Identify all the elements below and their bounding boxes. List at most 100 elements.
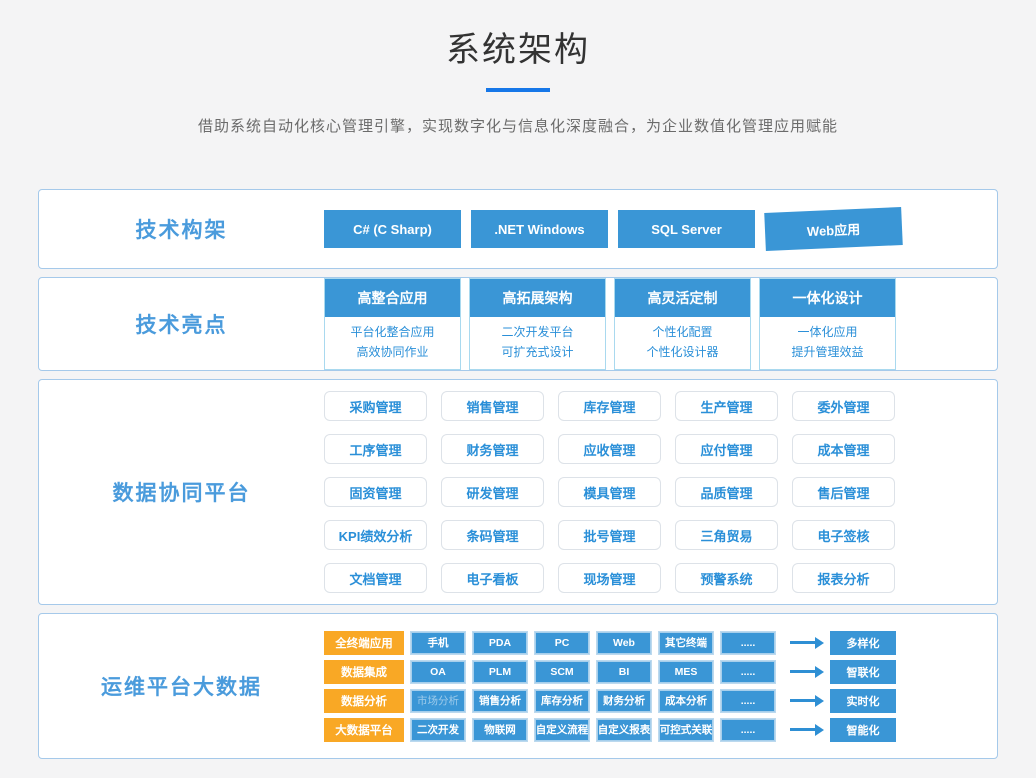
highlight-card-flexibility: 高灵活定制 个性化配置 个性化设计器: [614, 278, 751, 370]
highlight-card-title: 一体化设计: [760, 279, 895, 317]
ops-result-badge: 实时化: [830, 689, 896, 713]
highlight-card-title: 高拓展架构: [470, 279, 605, 317]
module-button-mold[interactable]: 模具管理: [558, 477, 661, 507]
ops-cell-mes[interactable]: MES: [658, 660, 714, 684]
module-button-kpi[interactable]: KPI绩效分析: [324, 520, 427, 550]
module-button-receivables[interactable]: 应收管理: [558, 434, 661, 464]
ops-cell-sales-analysis[interactable]: 销售分析: [472, 689, 528, 713]
highlight-card-extensibility: 高拓展架构 二次开发平台 可扩充式设计: [469, 278, 606, 370]
highlight-card-line: 一体化应用: [760, 322, 895, 342]
tech-button-csharp[interactable]: C# (C Sharp): [324, 210, 461, 248]
page-subtitle: 借助系统自动化核心管理引擎，实现数字化与信息化深度融合，为企业数值化管理应用赋能: [0, 115, 1036, 136]
module-button-cost[interactable]: 成本管理: [792, 434, 895, 464]
highlight-card-unified-design: 一体化设计 一体化应用 提升管理效益: [759, 278, 896, 370]
module-button-reports[interactable]: 报表分析: [792, 563, 895, 593]
ops-cell-scm[interactable]: SCM: [534, 660, 590, 684]
ops-cell-other-terminals[interactable]: 其它终端: [658, 631, 714, 655]
ops-cell-inventory-analysis[interactable]: 库存分析: [534, 689, 590, 713]
tech-framework-buttons: C# (C Sharp) .NET Windows SQL Server Web…: [324, 210, 997, 248]
ops-cell-more: .....: [720, 660, 776, 684]
highlight-card-line: 平台化整合应用: [325, 322, 460, 342]
module-button-barcode[interactable]: 条码管理: [441, 520, 544, 550]
module-button-outsourcing[interactable]: 委外管理: [792, 391, 895, 421]
ops-result-badge: 智联化: [830, 660, 896, 684]
module-button-batch[interactable]: 批号管理: [558, 520, 661, 550]
ops-cell-more: .....: [720, 718, 776, 742]
ops-cell-secondary-dev[interactable]: 二次开发: [410, 718, 466, 742]
system-architecture-page: 系统架构 借助系统自动化核心管理引擎，实现数字化与信息化深度融合，为企业数值化管…: [0, 0, 1036, 778]
ops-cell-custom-reports[interactable]: 自定义报表: [596, 718, 652, 742]
highlight-card-line: 提升管理效益: [760, 342, 895, 362]
ops-cell-custom-workflow[interactable]: 自定义流程: [534, 718, 590, 742]
arrow-right-icon: [790, 728, 816, 731]
module-button-e-kanban[interactable]: 电子看板: [441, 563, 544, 593]
ops-cell-oa[interactable]: OA: [410, 660, 466, 684]
tech-button-web-app[interactable]: Web应用: [764, 207, 903, 251]
highlight-cards: 高整合应用 平台化整合应用 高效协同作业 高拓展架构 二次开发平台 可扩充式设计…: [324, 278, 997, 370]
highlight-card-title: 高整合应用: [325, 279, 460, 317]
title-underline: [486, 88, 550, 92]
ops-cell-plm[interactable]: PLM: [472, 660, 528, 684]
module-button-fixed-assets[interactable]: 固资管理: [324, 477, 427, 507]
highlight-card-line: 个性化配置: [615, 322, 750, 342]
highlight-card-integration: 高整合应用 平台化整合应用 高效协同作业: [324, 278, 461, 370]
arrow-right-icon: [790, 699, 816, 702]
ops-cell-more: .....: [720, 689, 776, 713]
module-button-finance[interactable]: 财务管理: [441, 434, 544, 464]
module-button-process[interactable]: 工序管理: [324, 434, 427, 464]
section-label-data-platform: 数据协同平台: [39, 477, 324, 507]
module-button-sales[interactable]: 销售管理: [441, 391, 544, 421]
highlight-card-line: 个性化设计器: [615, 342, 750, 362]
module-button-inventory[interactable]: 库存管理: [558, 391, 661, 421]
section-label-tech-highlights: 技术亮点: [39, 309, 324, 339]
highlight-card-line: 二次开发平台: [470, 322, 605, 342]
page-header: 系统架构 借助系统自动化核心管理引擎，实现数字化与信息化深度融合，为企业数值化管…: [0, 0, 1036, 136]
ops-cell-mobile[interactable]: 手机: [410, 631, 466, 655]
module-button-shopfloor[interactable]: 现场管理: [558, 563, 661, 593]
ops-category-badge: 大数据平台: [324, 718, 404, 742]
ops-category-badge: 数据分析: [324, 689, 404, 713]
module-button-documents[interactable]: 文档管理: [324, 563, 427, 593]
highlight-card-title: 高灵活定制: [615, 279, 750, 317]
ops-cell-market-analysis[interactable]: 市场分析: [410, 689, 466, 713]
arrow-right-icon: [790, 641, 816, 644]
module-button-production[interactable]: 生产管理: [675, 391, 778, 421]
ops-cell-iot[interactable]: 物联网: [472, 718, 528, 742]
ops-row-analysis: 数据分析 市场分析 销售分析 库存分析 财务分析 成本分析 ..... 实时化: [324, 689, 997, 713]
module-button-payables[interactable]: 应付管理: [675, 434, 778, 464]
module-button-alerts[interactable]: 预警系统: [675, 563, 778, 593]
ops-result-badge: 智能化: [830, 718, 896, 742]
module-button-after-sales[interactable]: 售后管理: [792, 477, 895, 507]
tech-button-sql-server[interactable]: SQL Server: [618, 210, 755, 248]
section-label-tech-framework: 技术构架: [39, 214, 324, 244]
module-button-rd[interactable]: 研发管理: [441, 477, 544, 507]
ops-rows: 全终端应用 手机 PDA PC Web 其它终端 ..... 多样化 数据集成 …: [324, 624, 997, 749]
module-button-triangle-trade[interactable]: 三角贸易: [675, 520, 778, 550]
ops-row-bigdata-platform: 大数据平台 二次开发 物联网 自定义流程 自定义报表 可控式关联 ..... 智…: [324, 718, 997, 742]
ops-cell-web[interactable]: Web: [596, 631, 652, 655]
tech-button-dotnet-windows[interactable]: .NET Windows: [471, 210, 608, 248]
arrow-right-icon: [790, 670, 816, 673]
module-button-purchase[interactable]: 采购管理: [324, 391, 427, 421]
ops-cell-pc[interactable]: PC: [534, 631, 590, 655]
ops-cell-controlled-linkage[interactable]: 可控式关联: [658, 718, 714, 742]
ops-category-badge: 全终端应用: [324, 631, 404, 655]
module-button-e-signature[interactable]: 电子签核: [792, 520, 895, 550]
ops-result-badge: 多样化: [830, 631, 896, 655]
section-ops-bigdata: 运维平台大数据 全终端应用 手机 PDA PC Web 其它终端 ..... 多…: [38, 613, 998, 759]
section-label-ops-bigdata: 运维平台大数据: [39, 671, 324, 701]
ops-cell-more: .....: [720, 631, 776, 655]
ops-cell-finance-analysis[interactable]: 财务分析: [596, 689, 652, 713]
section-boxes: 技术构架 C# (C Sharp) .NET Windows SQL Serve…: [0, 189, 1036, 759]
page-title: 系统架构: [0, 22, 1036, 71]
module-grid: 采购管理 销售管理 库存管理 生产管理 委外管理 工序管理 财务管理 应收管理 …: [324, 379, 997, 605]
ops-row-integration: 数据集成 OA PLM SCM BI MES ..... 智联化: [324, 660, 997, 684]
ops-cell-cost-analysis[interactable]: 成本分析: [658, 689, 714, 713]
highlight-card-line: 可扩充式设计: [470, 342, 605, 362]
ops-cell-pda[interactable]: PDA: [472, 631, 528, 655]
ops-category-badge: 数据集成: [324, 660, 404, 684]
section-data-platform: 数据协同平台 采购管理 销售管理 库存管理 生产管理 委外管理 工序管理 财务管…: [38, 379, 998, 605]
section-tech-framework: 技术构架 C# (C Sharp) .NET Windows SQL Serve…: [38, 189, 998, 269]
module-button-quality[interactable]: 品质管理: [675, 477, 778, 507]
ops-cell-bi[interactable]: BI: [596, 660, 652, 684]
